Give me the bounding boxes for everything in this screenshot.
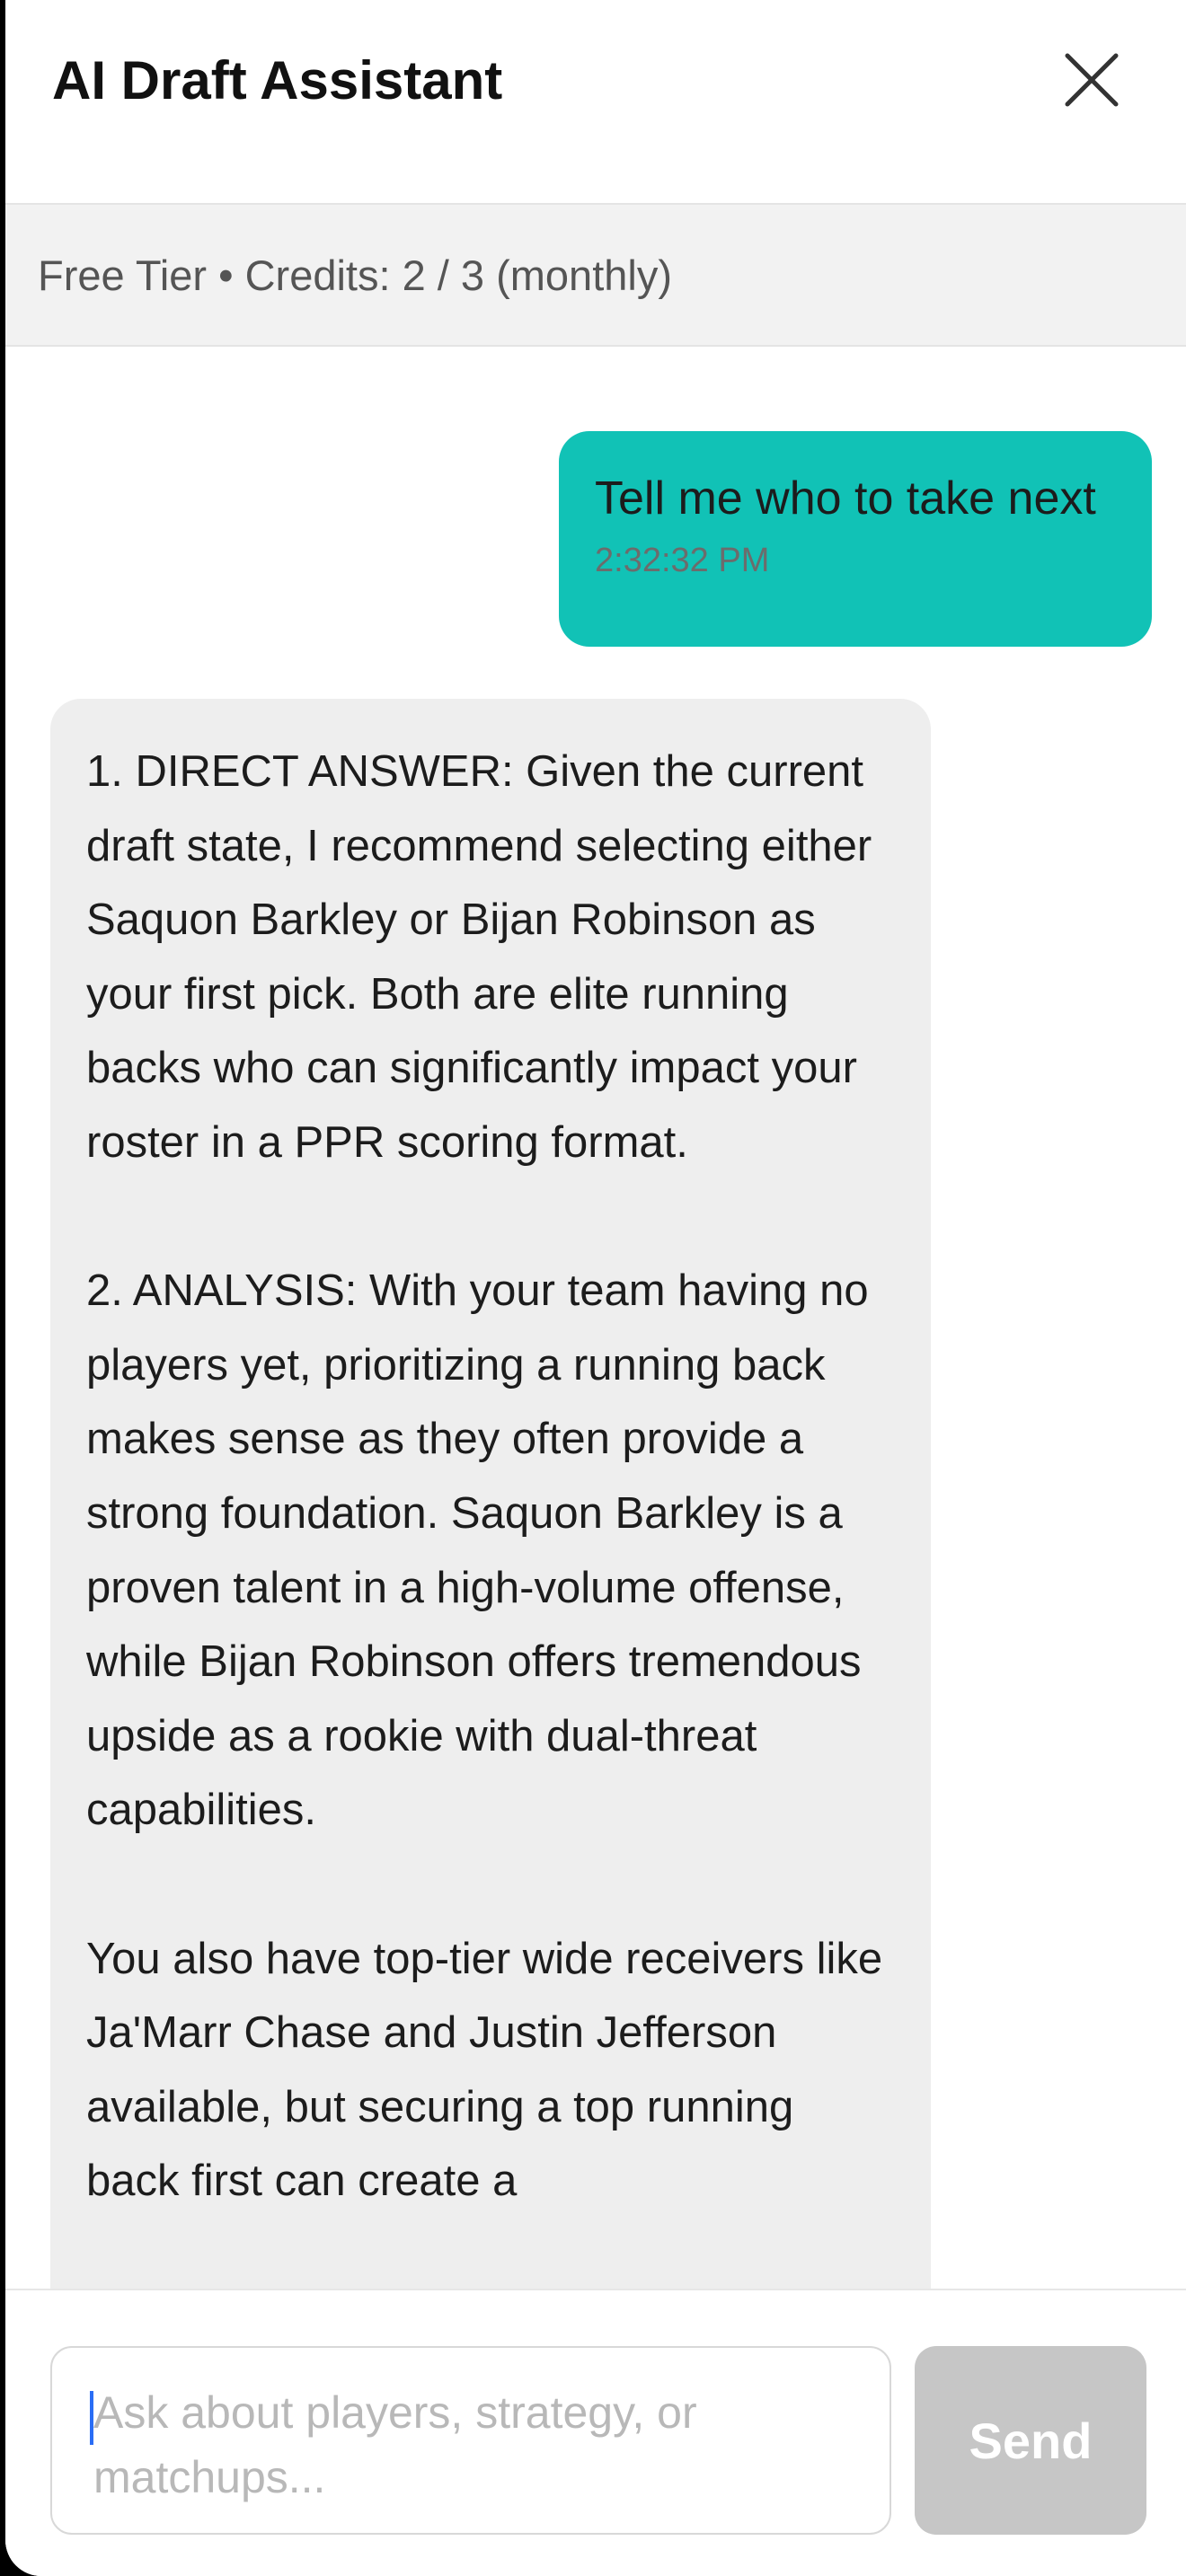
assistant-paragraph: 1. DIRECT ANSWER: Given the current draf…: [86, 747, 872, 1167]
close-button[interactable]: [1053, 41, 1130, 119]
send-button[interactable]: Send: [915, 2346, 1146, 2535]
assistant-paragraph: 2. ANALYSIS: With your team having no pl…: [86, 1266, 869, 1835]
assistant-panel: AI Draft Assistant Free Tier • Credits: …: [5, 0, 1186, 2576]
chat-scroll-area[interactable]: Tell me who to take next 2:32:32 PM 1. D…: [5, 347, 1186, 2289]
panel-header: AI Draft Assistant: [5, 0, 1186, 203]
message-timestamp: 2:32:32 PM: [595, 542, 770, 579]
close-icon: [1065, 53, 1119, 107]
user-message: Tell me who to take next 2:32:32 PM: [559, 431, 1152, 647]
user-message-text: Tell me who to take next: [595, 472, 1096, 525]
message-input[interactable]: Ask about players, strategy, or matchups…: [50, 2346, 891, 2535]
credits-status: Free Tier • Credits: 2 / 3 (monthly): [38, 251, 672, 299]
assistant-message: 1. DIRECT ANSWER: Given the current draf…: [50, 699, 931, 2289]
panel-title: AI Draft Assistant: [52, 50, 503, 110]
assistant-paragraph: You also have top-tier wide receivers li…: [86, 1934, 883, 2206]
message-composer: Ask about players, strategy, or matchups…: [5, 2289, 1186, 2576]
input-placeholder: Ask about players, strategy, or matchups…: [93, 2387, 697, 2502]
credits-bar: Free Tier • Credits: 2 / 3 (monthly): [5, 203, 1186, 347]
